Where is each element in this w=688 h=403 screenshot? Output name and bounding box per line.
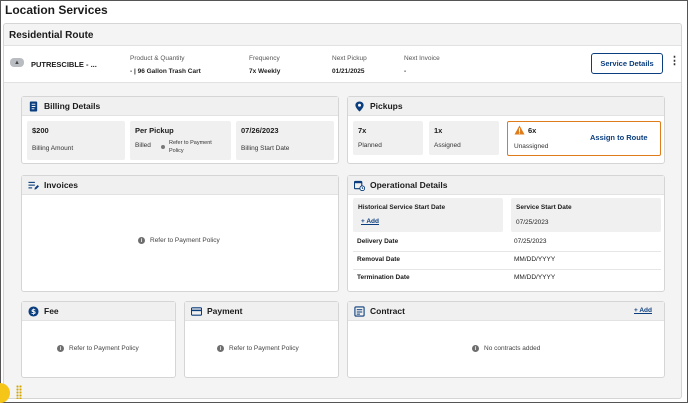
billing-amount-tile: $200 Billing Amount <box>27 121 125 160</box>
billing-details-panel: Billing Details $200 Billing Amount Per … <box>21 96 339 164</box>
info-icon: i <box>472 345 479 352</box>
pickups-title: Pickups <box>370 101 403 111</box>
billing-details-title: Billing Details <box>44 101 101 111</box>
unassigned-value: 6x <box>528 126 537 135</box>
invoices-title: Invoices <box>44 180 79 190</box>
payment-title: Payment <box>207 306 243 316</box>
operational-details-header: Operational Details <box>348 176 664 195</box>
billed-note: Refer to Payment Policy <box>169 140 212 154</box>
payment-message-text: Refer to Payment Policy <box>229 345 299 352</box>
warning-icon <box>514 125 525 135</box>
billing-start-value: 07/26/2023 <box>241 126 279 135</box>
fee-panel: $ Fee i Refer to Payment Policy <box>21 301 176 378</box>
billing-details-header: Billing Details <box>22 97 338 116</box>
dollar-icon: $ <box>28 306 39 317</box>
billed-label: Billed <box>135 142 151 149</box>
next-pickup-label: Next Pickup <box>332 55 367 62</box>
delivery-date-value: 07/25/2023 <box>514 238 547 245</box>
billing-frequency-value: Per Pickup <box>135 126 174 135</box>
assign-to-route-button[interactable]: Assign to Route <box>590 133 648 142</box>
collapse-toggle-icon[interactable]: ▲ <box>10 58 24 67</box>
info-icon: i <box>217 345 224 352</box>
page-title: Location Services <box>5 3 108 17</box>
historical-start-tile: Historical Service Start Date + Add <box>353 198 503 232</box>
planned-label: Planned <box>358 142 382 149</box>
map-pin-icon <box>355 101 364 112</box>
edit-list-icon <box>28 181 39 190</box>
assigned-tile: 1x Assigned <box>429 121 499 155</box>
assigned-label: Assigned <box>434 142 461 149</box>
billing-frequency-tile: Per Pickup Billed Refer to Payment Polic… <box>130 121 231 160</box>
next-invoice-label: Next Invoice <box>404 55 440 62</box>
contract-message: i No contracts added <box>472 345 540 352</box>
assigned-value: 1x <box>434 126 443 135</box>
fee-title: Fee <box>44 306 59 316</box>
bullet-icon <box>161 145 165 149</box>
document-icon <box>29 101 38 112</box>
planned-value: 7x <box>358 126 367 135</box>
kebab-icon[interactable]: ⋮ <box>669 56 680 67</box>
historical-add-link[interactable]: + Add <box>361 218 379 225</box>
delivery-date-label: Delivery Date <box>357 238 399 245</box>
unassigned-tile: 6x Unassigned Assign to Route <box>507 121 661 156</box>
payment-panel: Payment i Refer to Payment Policy <box>184 301 339 378</box>
removal-date-value[interactable]: MM/DD/YYYY <box>514 256 555 263</box>
route-card: Residential Route ▲ PUTRESCIBLE - ... Pr… <box>3 23 682 399</box>
service-start-tile: Service Start Date 07/25/2023 <box>511 198 661 232</box>
divider <box>353 269 661 270</box>
route-title: Residential Route <box>9 30 94 41</box>
frequency-value: 7x Weekly <box>249 68 281 75</box>
invoices-message-text: Refer to Payment Policy <box>150 237 220 244</box>
service-details-button[interactable]: Service Details <box>591 53 663 74</box>
termination-date-label: Termination Date <box>357 274 410 281</box>
unassigned-label: Unassigned <box>514 143 549 150</box>
next-pickup-value: 01/21/2025 <box>332 68 365 75</box>
billing-amount-value: $200 <box>32 126 49 135</box>
calendar-sync-icon <box>354 180 365 191</box>
info-icon: i <box>57 345 64 352</box>
billing-start-label: Billing Start Date <box>241 145 290 152</box>
removal-date-label: Removal Date <box>357 256 400 263</box>
fee-header: $ Fee <box>22 302 175 321</box>
svg-text:$: $ <box>31 307 36 316</box>
next-invoice-value: - <box>404 68 407 75</box>
contract-message-text: No contracts added <box>484 345 541 352</box>
frequency-label: Frequency <box>249 55 280 62</box>
info-icon: i <box>138 237 145 244</box>
contract-panel: Contract + Add i No contracts added <box>347 301 665 378</box>
fee-message: i Refer to Payment Policy <box>57 345 139 352</box>
product-label: Product & Quantity <box>130 55 185 62</box>
material-name: PUTRESCIBLE - ... <box>31 60 97 69</box>
drag-handle-icon[interactable] <box>16 385 22 399</box>
service-start-value: 07/25/2023 <box>516 219 549 226</box>
pickups-panel: Pickups 7x Planned 1x Assigned 6x Unassi… <box>347 96 665 164</box>
payment-header: Payment <box>185 302 338 321</box>
product-value: - | 96 Gallon Trash Cart <box>130 68 201 75</box>
historical-start-label: Historical Service Start Date <box>358 204 446 211</box>
invoices-message: i Refer to Payment Policy <box>138 237 220 244</box>
invoices-panel: Invoices i Refer to Payment Policy <box>21 175 339 292</box>
operational-details-title: Operational Details <box>370 180 448 190</box>
credit-card-icon <box>191 307 202 316</box>
divider <box>353 251 661 252</box>
service-start-label: Service Start Date <box>516 204 572 211</box>
billing-amount-label: Billing Amount <box>32 145 74 152</box>
pickups-header: Pickups <box>348 97 664 116</box>
operational-details-panel: Operational Details Historical Service S… <box>347 175 665 292</box>
contract-header: Contract + Add <box>348 302 664 321</box>
payment-message: i Refer to Payment Policy <box>217 345 299 352</box>
termination-date-value[interactable]: MM/DD/YYYY <box>514 274 555 281</box>
billing-start-tile: 07/26/2023 Billing Start Date <box>236 121 334 160</box>
fee-message-text: Refer to Payment Policy <box>69 345 139 352</box>
planned-tile: 7x Planned <box>353 121 423 155</box>
contract-icon <box>354 306 365 317</box>
contract-title: Contract <box>370 306 405 316</box>
invoices-header: Invoices <box>22 176 338 195</box>
service-summary-bar: ▲ PUTRESCIBLE - ... Product & Quantity -… <box>4 45 681 83</box>
contract-add-link[interactable]: + Add <box>634 307 652 314</box>
